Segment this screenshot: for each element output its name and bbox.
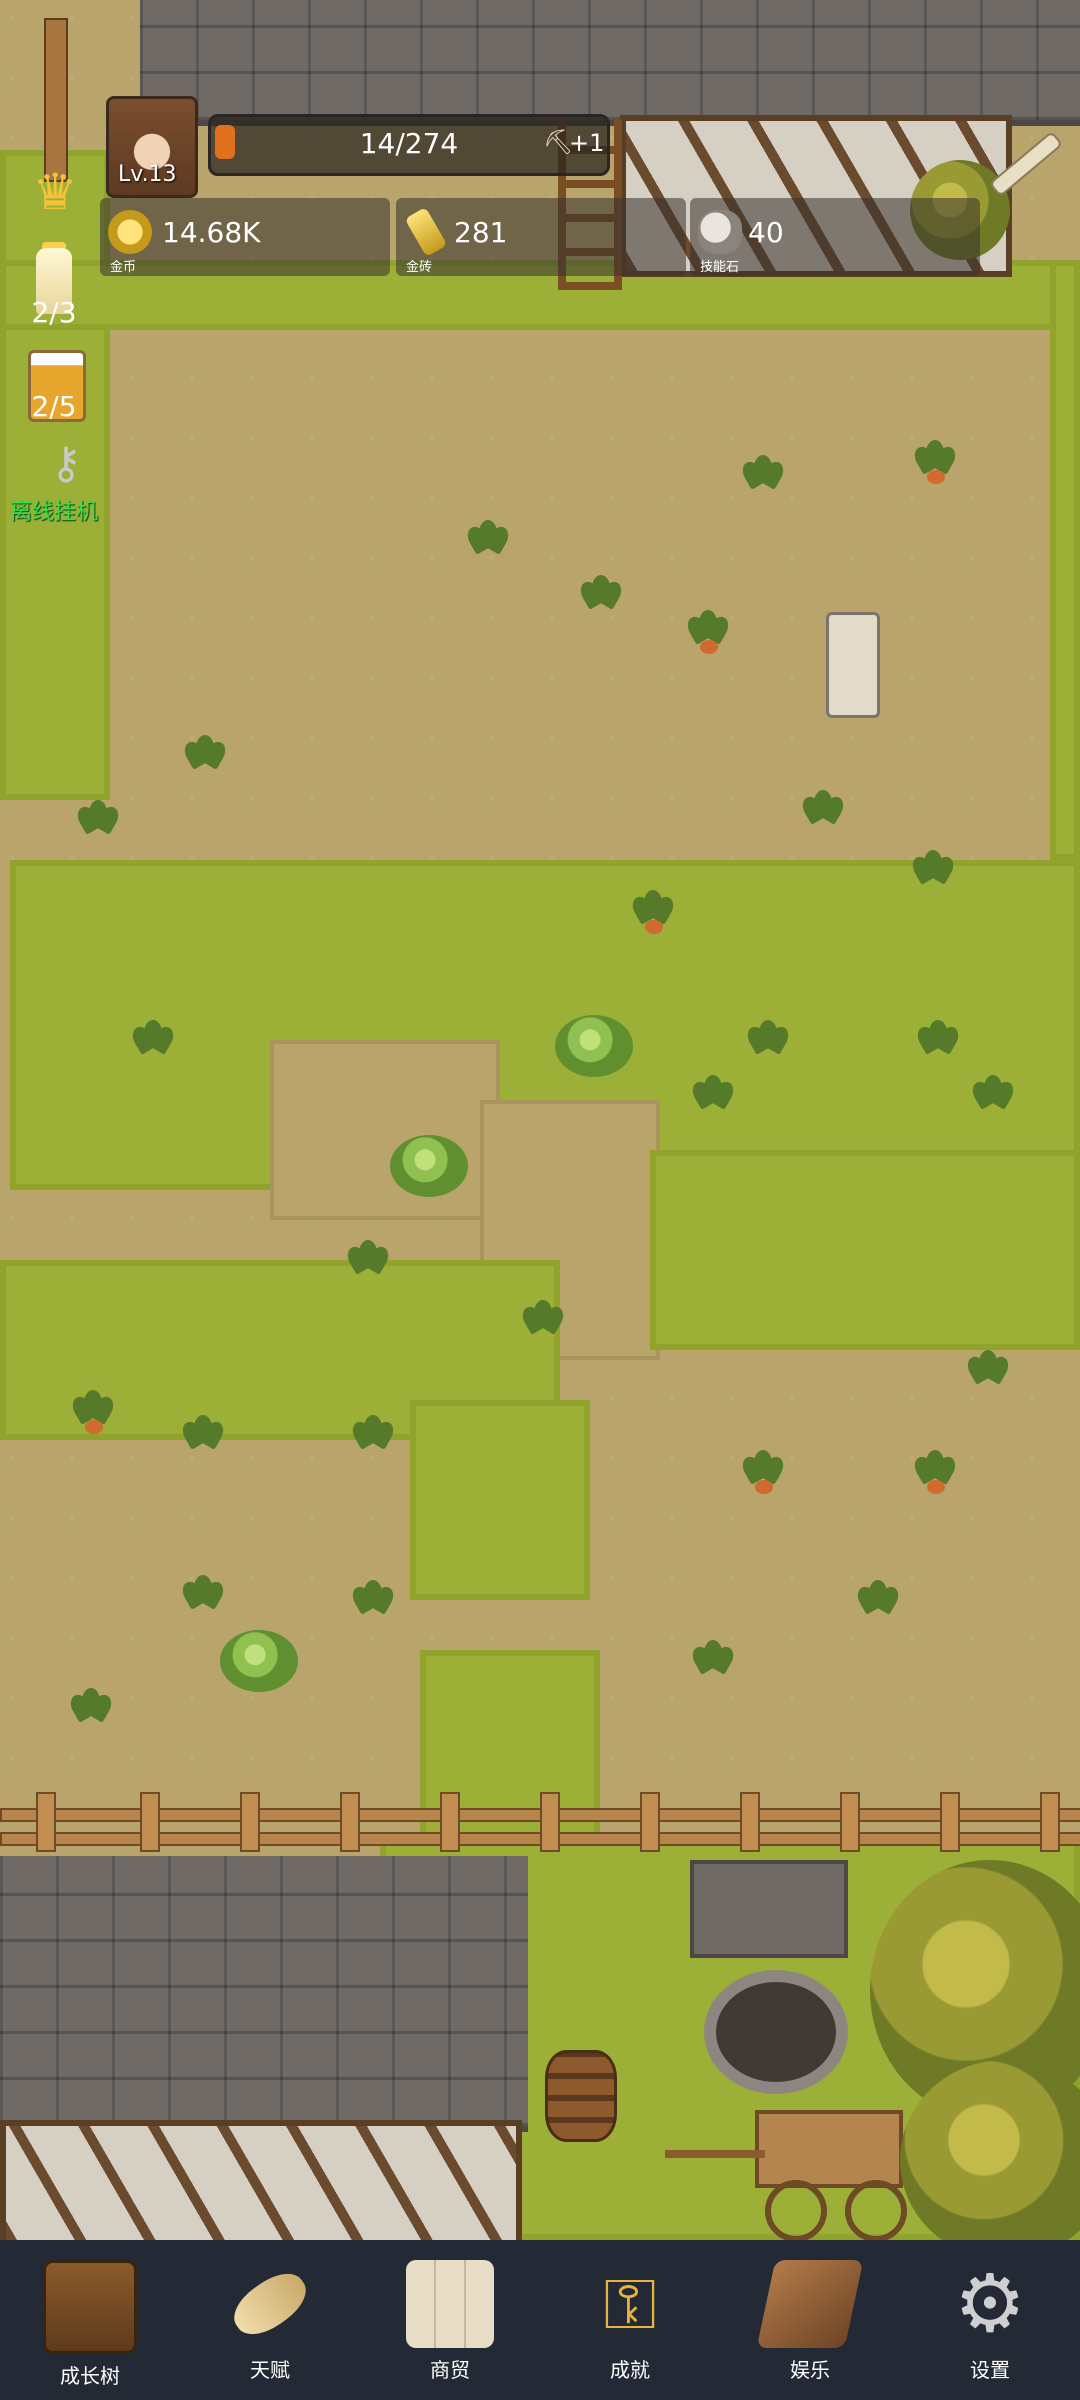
cabbage-plant[interactable] bbox=[390, 1135, 468, 1197]
carrot-plant[interactable] bbox=[628, 890, 678, 934]
skill-stone-value: 40 bbox=[748, 216, 784, 249]
sprout-plant[interactable] bbox=[853, 1580, 903, 1622]
carrot-plant[interactable] bbox=[683, 610, 733, 654]
sprout-plant[interactable] bbox=[66, 1688, 116, 1730]
bottom-house-roof bbox=[0, 1856, 528, 2132]
fence-post bbox=[940, 1792, 960, 1852]
parchment-icon bbox=[756, 2260, 864, 2348]
bottom-tab-bar bbox=[0, 2240, 1080, 2400]
sprout-plant[interactable] bbox=[798, 790, 848, 832]
map-icon bbox=[406, 2260, 494, 2348]
sprout-plant[interactable] bbox=[180, 735, 230, 777]
tab-label: 设置 bbox=[970, 2358, 1010, 2382]
book-icon bbox=[43, 2260, 137, 2354]
tab-label: 成长树 bbox=[60, 2364, 120, 2388]
grass-lower-right bbox=[650, 1150, 1080, 1350]
xp-bar: 14/274 ⛏ +1 bbox=[208, 114, 610, 176]
sprout-plant[interactable] bbox=[73, 800, 123, 842]
sprout-plant[interactable] bbox=[348, 1415, 398, 1457]
gold-bar-icon bbox=[404, 206, 448, 258]
fence-post bbox=[1040, 1792, 1060, 1852]
sprout-plant[interactable] bbox=[576, 575, 626, 617]
gold-coin-icon bbox=[108, 210, 152, 254]
carrot-plant[interactable] bbox=[68, 1390, 118, 1434]
gear-icon: ⚙ bbox=[954, 2257, 1026, 2350]
barrel[interactable] bbox=[545, 2050, 617, 2142]
grass-lower-center bbox=[410, 1400, 590, 1600]
carrot-plant[interactable] bbox=[910, 440, 960, 484]
gold-bar-caption: 金砖 bbox=[406, 260, 433, 275]
fence-post bbox=[740, 1792, 760, 1852]
farm-scene[interactable] bbox=[0, 0, 1080, 2240]
sprout-plant[interactable] bbox=[908, 850, 958, 892]
sprout-plant[interactable] bbox=[688, 1640, 738, 1682]
cabbage-plant[interactable] bbox=[555, 1015, 633, 1077]
tab-achievement[interactable]: ⚿ 成就 bbox=[570, 2260, 690, 2390]
tab-settings[interactable]: ⚙ 设置 bbox=[930, 2260, 1050, 2390]
tab-label: 成就 bbox=[610, 2358, 650, 2382]
sprout-plant[interactable] bbox=[178, 1415, 228, 1457]
keys-icon[interactable]: ⚷ bbox=[36, 438, 96, 490]
fence-post bbox=[36, 1792, 56, 1852]
gold-coin-panel[interactable]: 14.68K 金币 bbox=[100, 198, 390, 276]
gold-bar-value: 281 bbox=[454, 216, 508, 249]
gold-coin-caption: 金币 bbox=[110, 260, 137, 275]
tab-trade[interactable]: 商贸 bbox=[390, 2260, 510, 2390]
wooden-cart[interactable] bbox=[665, 2110, 925, 2240]
sprout-plant[interactable] bbox=[463, 520, 513, 562]
tab-label: 天赋 bbox=[250, 2358, 290, 2382]
tab-label: 商贸 bbox=[430, 2358, 470, 2382]
skill-stone-caption: 技能石 bbox=[700, 260, 740, 275]
candle-count: 2/3 bbox=[31, 296, 77, 329]
carrot-plant[interactable] bbox=[738, 1450, 788, 1494]
fence-post bbox=[640, 1792, 660, 1852]
sprout-plant[interactable] bbox=[913, 1020, 963, 1062]
sprout-plant[interactable] bbox=[128, 1020, 178, 1062]
sprout-plant[interactable] bbox=[738, 455, 788, 497]
sprout-plant[interactable] bbox=[178, 1575, 228, 1617]
sprout-plant[interactable] bbox=[963, 1350, 1013, 1392]
tab-entertainment[interactable]: 娱乐 bbox=[750, 2260, 870, 2390]
scarecrow-signpost[interactable] bbox=[826, 612, 880, 718]
skill-stone-icon bbox=[698, 210, 742, 254]
scroll-icon bbox=[224, 2263, 316, 2345]
dirt-middle-patch bbox=[270, 1040, 500, 1220]
sprout-plant[interactable] bbox=[518, 1300, 568, 1342]
tab-talent[interactable]: 天赋 bbox=[210, 2260, 330, 2390]
fence-post bbox=[540, 1792, 560, 1852]
fence-post bbox=[440, 1792, 460, 1852]
sprout-plant[interactable] bbox=[688, 1075, 738, 1117]
fence-post bbox=[140, 1792, 160, 1852]
carrot-plant[interactable] bbox=[910, 1450, 960, 1494]
tab-growth-tree[interactable]: 成长树 bbox=[30, 2260, 150, 2390]
tab-label: 娱乐 bbox=[790, 2358, 830, 2382]
fence-post bbox=[240, 1792, 260, 1852]
bottom-house-wall bbox=[0, 2120, 522, 2240]
skill-stone-panel[interactable]: 40 技能石 bbox=[690, 198, 980, 276]
gold-bar-panel[interactable]: 281 金砖 bbox=[396, 198, 686, 276]
sprout-plant[interactable] bbox=[968, 1075, 1018, 1117]
sprout-plant[interactable] bbox=[743, 1020, 793, 1062]
idle-label[interactable]: 离线挂机 bbox=[10, 494, 98, 526]
water-well[interactable] bbox=[690, 1860, 848, 2094]
crown-icon[interactable]: ♛ bbox=[20, 165, 90, 219]
top-barn-roof bbox=[140, 0, 1080, 126]
sprout-plant[interactable] bbox=[343, 1240, 393, 1282]
gold-coin-value: 14.68K bbox=[162, 216, 261, 249]
fence-post bbox=[340, 1792, 360, 1852]
player-level: Lv.13 bbox=[118, 162, 177, 187]
cabbage-plant[interactable] bbox=[220, 1630, 298, 1692]
left-gate-post bbox=[44, 18, 68, 182]
pickaxe-icon: ⛏ bbox=[543, 128, 574, 156]
pickaxe-bonus: +1 bbox=[569, 129, 605, 157]
sprout-plant[interactable] bbox=[348, 1580, 398, 1622]
beer-count: 2/5 bbox=[31, 390, 77, 423]
grass-right-strip bbox=[1050, 260, 1080, 860]
fence-post bbox=[840, 1792, 860, 1852]
key-icon: ⚿ bbox=[603, 2263, 657, 2345]
